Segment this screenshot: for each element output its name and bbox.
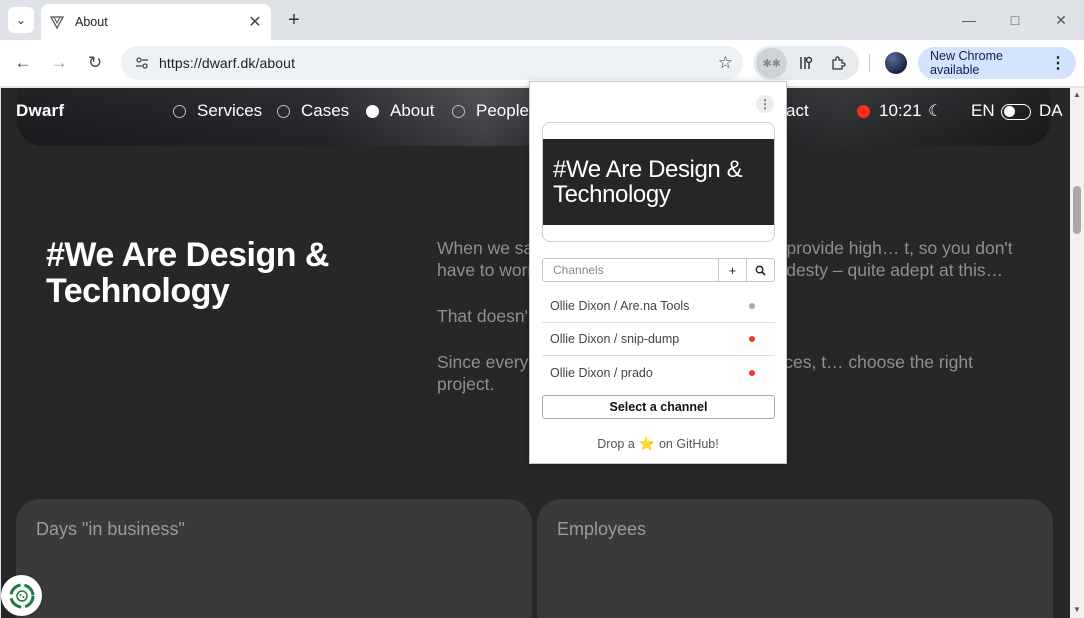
channel-search: + bbox=[542, 258, 775, 282]
nav-label: About bbox=[390, 101, 435, 120]
radio-icon bbox=[277, 104, 290, 118]
channel-item[interactable]: Ollie Dixon / prado bbox=[542, 356, 775, 389]
tab-search-button[interactable]: ⌄ bbox=[8, 7, 34, 33]
back-button[interactable]: ← bbox=[10, 50, 36, 76]
channel-status-dot bbox=[749, 303, 755, 309]
nav-label: Services bbox=[197, 101, 263, 120]
scroll-down-icon[interactable]: ▼ bbox=[1073, 606, 1081, 614]
page-title: #We Are Design & Technology bbox=[46, 236, 329, 310]
nav-label: People bbox=[476, 101, 529, 120]
reload-icon: ↻ bbox=[87, 53, 103, 72]
scroll-up-icon[interactable]: ▲ bbox=[1073, 91, 1081, 99]
asterisk-icon: ✱✱ bbox=[762, 57, 781, 70]
chevron-down-icon: ⌄ bbox=[15, 13, 27, 27]
extensions-area: ✱✱ bbox=[753, 46, 859, 80]
address-bar[interactable]: https://dwarf.dk/about ☆ bbox=[121, 46, 743, 80]
channel-list: Ollie Dixon / Are.na Tools Ollie Dixon /… bbox=[542, 290, 775, 389]
arena-extension-popup: ⋮ #We Are Design & Technology + Ollie Di… bbox=[529, 81, 787, 464]
toolbar-divider bbox=[869, 54, 870, 72]
channel-name: Ollie Dixon / prado bbox=[550, 365, 653, 380]
profile-avatar[interactable] bbox=[885, 52, 907, 74]
window-controls: — □ ✕ bbox=[946, 0, 1084, 40]
channel-name: Ollie Dixon / snip-dump bbox=[550, 332, 680, 346]
arrow-right-icon: → bbox=[50, 53, 68, 72]
forward-button[interactable]: → bbox=[46, 50, 72, 76]
close-window-button[interactable]: ✕ bbox=[1038, 0, 1084, 40]
nav-item-about[interactable]: About bbox=[366, 101, 434, 121]
radio-icon bbox=[173, 104, 186, 118]
more-vert-icon[interactable]: ⋮ bbox=[756, 95, 774, 113]
radio-icon bbox=[452, 104, 465, 118]
minimize-button[interactable]: — bbox=[946, 0, 992, 40]
stat-label: Employees bbox=[557, 519, 647, 539]
nav-label: Cases bbox=[301, 101, 350, 120]
page-scrollbar[interactable]: ▲ ▼ bbox=[1070, 88, 1084, 618]
preview-text: #We Are Design & Technology bbox=[553, 156, 743, 208]
tools-extension-icon[interactable] bbox=[789, 48, 820, 78]
channel-status-dot bbox=[749, 369, 755, 376]
tab-title: About bbox=[75, 15, 108, 29]
arrow-left-icon: ← bbox=[14, 53, 32, 72]
cookie-consent-button[interactable] bbox=[1, 575, 42, 616]
reload-button[interactable]: ↻ bbox=[82, 50, 108, 76]
search-icon bbox=[755, 265, 766, 276]
radio-selected-icon bbox=[366, 104, 379, 118]
plus-icon: + bbox=[728, 262, 737, 278]
nav-item-cases[interactable]: Cases bbox=[277, 101, 349, 121]
update-chrome-label: New Chrome available bbox=[930, 49, 1003, 77]
channel-item[interactable]: Ollie Dixon / snip-dump bbox=[542, 323, 775, 356]
nav-item-people[interactable]: People bbox=[452, 101, 529, 121]
browser-tab[interactable]: About ✕ bbox=[41, 4, 271, 40]
status-dot bbox=[857, 105, 870, 118]
puzzle-icon[interactable] bbox=[823, 48, 854, 78]
lang-en[interactable]: EN bbox=[971, 101, 995, 121]
tab-strip: ⌄ About ✕ + — □ ✕ bbox=[0, 0, 1084, 40]
search-button[interactable] bbox=[746, 259, 774, 281]
channels-search-input[interactable] bbox=[543, 259, 718, 281]
lang-da[interactable]: DA bbox=[1039, 101, 1063, 121]
bookmark-star-icon[interactable]: ☆ bbox=[718, 53, 733, 73]
stat-label: Days "in business" bbox=[36, 519, 185, 539]
channel-item[interactable]: Ollie Dixon / Are.na Tools bbox=[542, 290, 775, 323]
clock: 10:21 bbox=[879, 101, 922, 120]
new-tab-button[interactable]: + bbox=[283, 9, 305, 31]
moon-icon[interactable]: ☾ bbox=[928, 101, 942, 121]
url-text[interactable]: https://dwarf.dk/about bbox=[159, 55, 718, 71]
language-toggle[interactable] bbox=[1001, 104, 1031, 120]
channel-name: Ollie Dixon / Are.na Tools bbox=[550, 299, 690, 313]
add-channel-button[interactable]: + bbox=[718, 259, 746, 281]
cookie-icon bbox=[9, 583, 34, 608]
site-logo[interactable]: Dwarf bbox=[16, 101, 64, 121]
select-channel-button[interactable]: Select a channel bbox=[542, 395, 775, 419]
star-icon: ⭐ bbox=[638, 436, 655, 451]
browser-toolbar: ← → ↻ https://dwarf.dk/about ☆ ✱✱ New Ch… bbox=[0, 40, 1084, 87]
nav-item-services[interactable]: Services bbox=[173, 101, 262, 121]
close-icon[interactable]: ✕ bbox=[247, 12, 263, 32]
toggle-knob bbox=[1004, 106, 1015, 117]
stat-card-employees: Employees bbox=[537, 499, 1053, 618]
maximize-button[interactable]: □ bbox=[992, 0, 1038, 40]
footer-text: Drop a bbox=[597, 437, 635, 451]
github-footer: Drop a ⭐ on GitHub! bbox=[530, 436, 786, 452]
arena-extension-icon[interactable]: ✱✱ bbox=[756, 48, 788, 78]
more-vert-icon[interactable]: ⋮ bbox=[1050, 53, 1066, 73]
github-link[interactable]: on GitHub! bbox=[659, 437, 719, 451]
scrollbar-thumb[interactable] bbox=[1073, 186, 1081, 234]
update-chrome-button[interactable]: New Chrome available ⋮ bbox=[918, 47, 1076, 79]
channel-status-dot bbox=[749, 336, 755, 342]
preview-image: #We Are Design & Technology bbox=[543, 139, 774, 225]
nav-item-contact[interactable]: act bbox=[786, 101, 809, 121]
stat-card-days: Days "in business" bbox=[16, 499, 532, 618]
capture-preview: #We Are Design & Technology bbox=[542, 122, 775, 242]
site-info-icon[interactable] bbox=[131, 52, 153, 74]
triangle-logo-icon bbox=[49, 16, 65, 30]
